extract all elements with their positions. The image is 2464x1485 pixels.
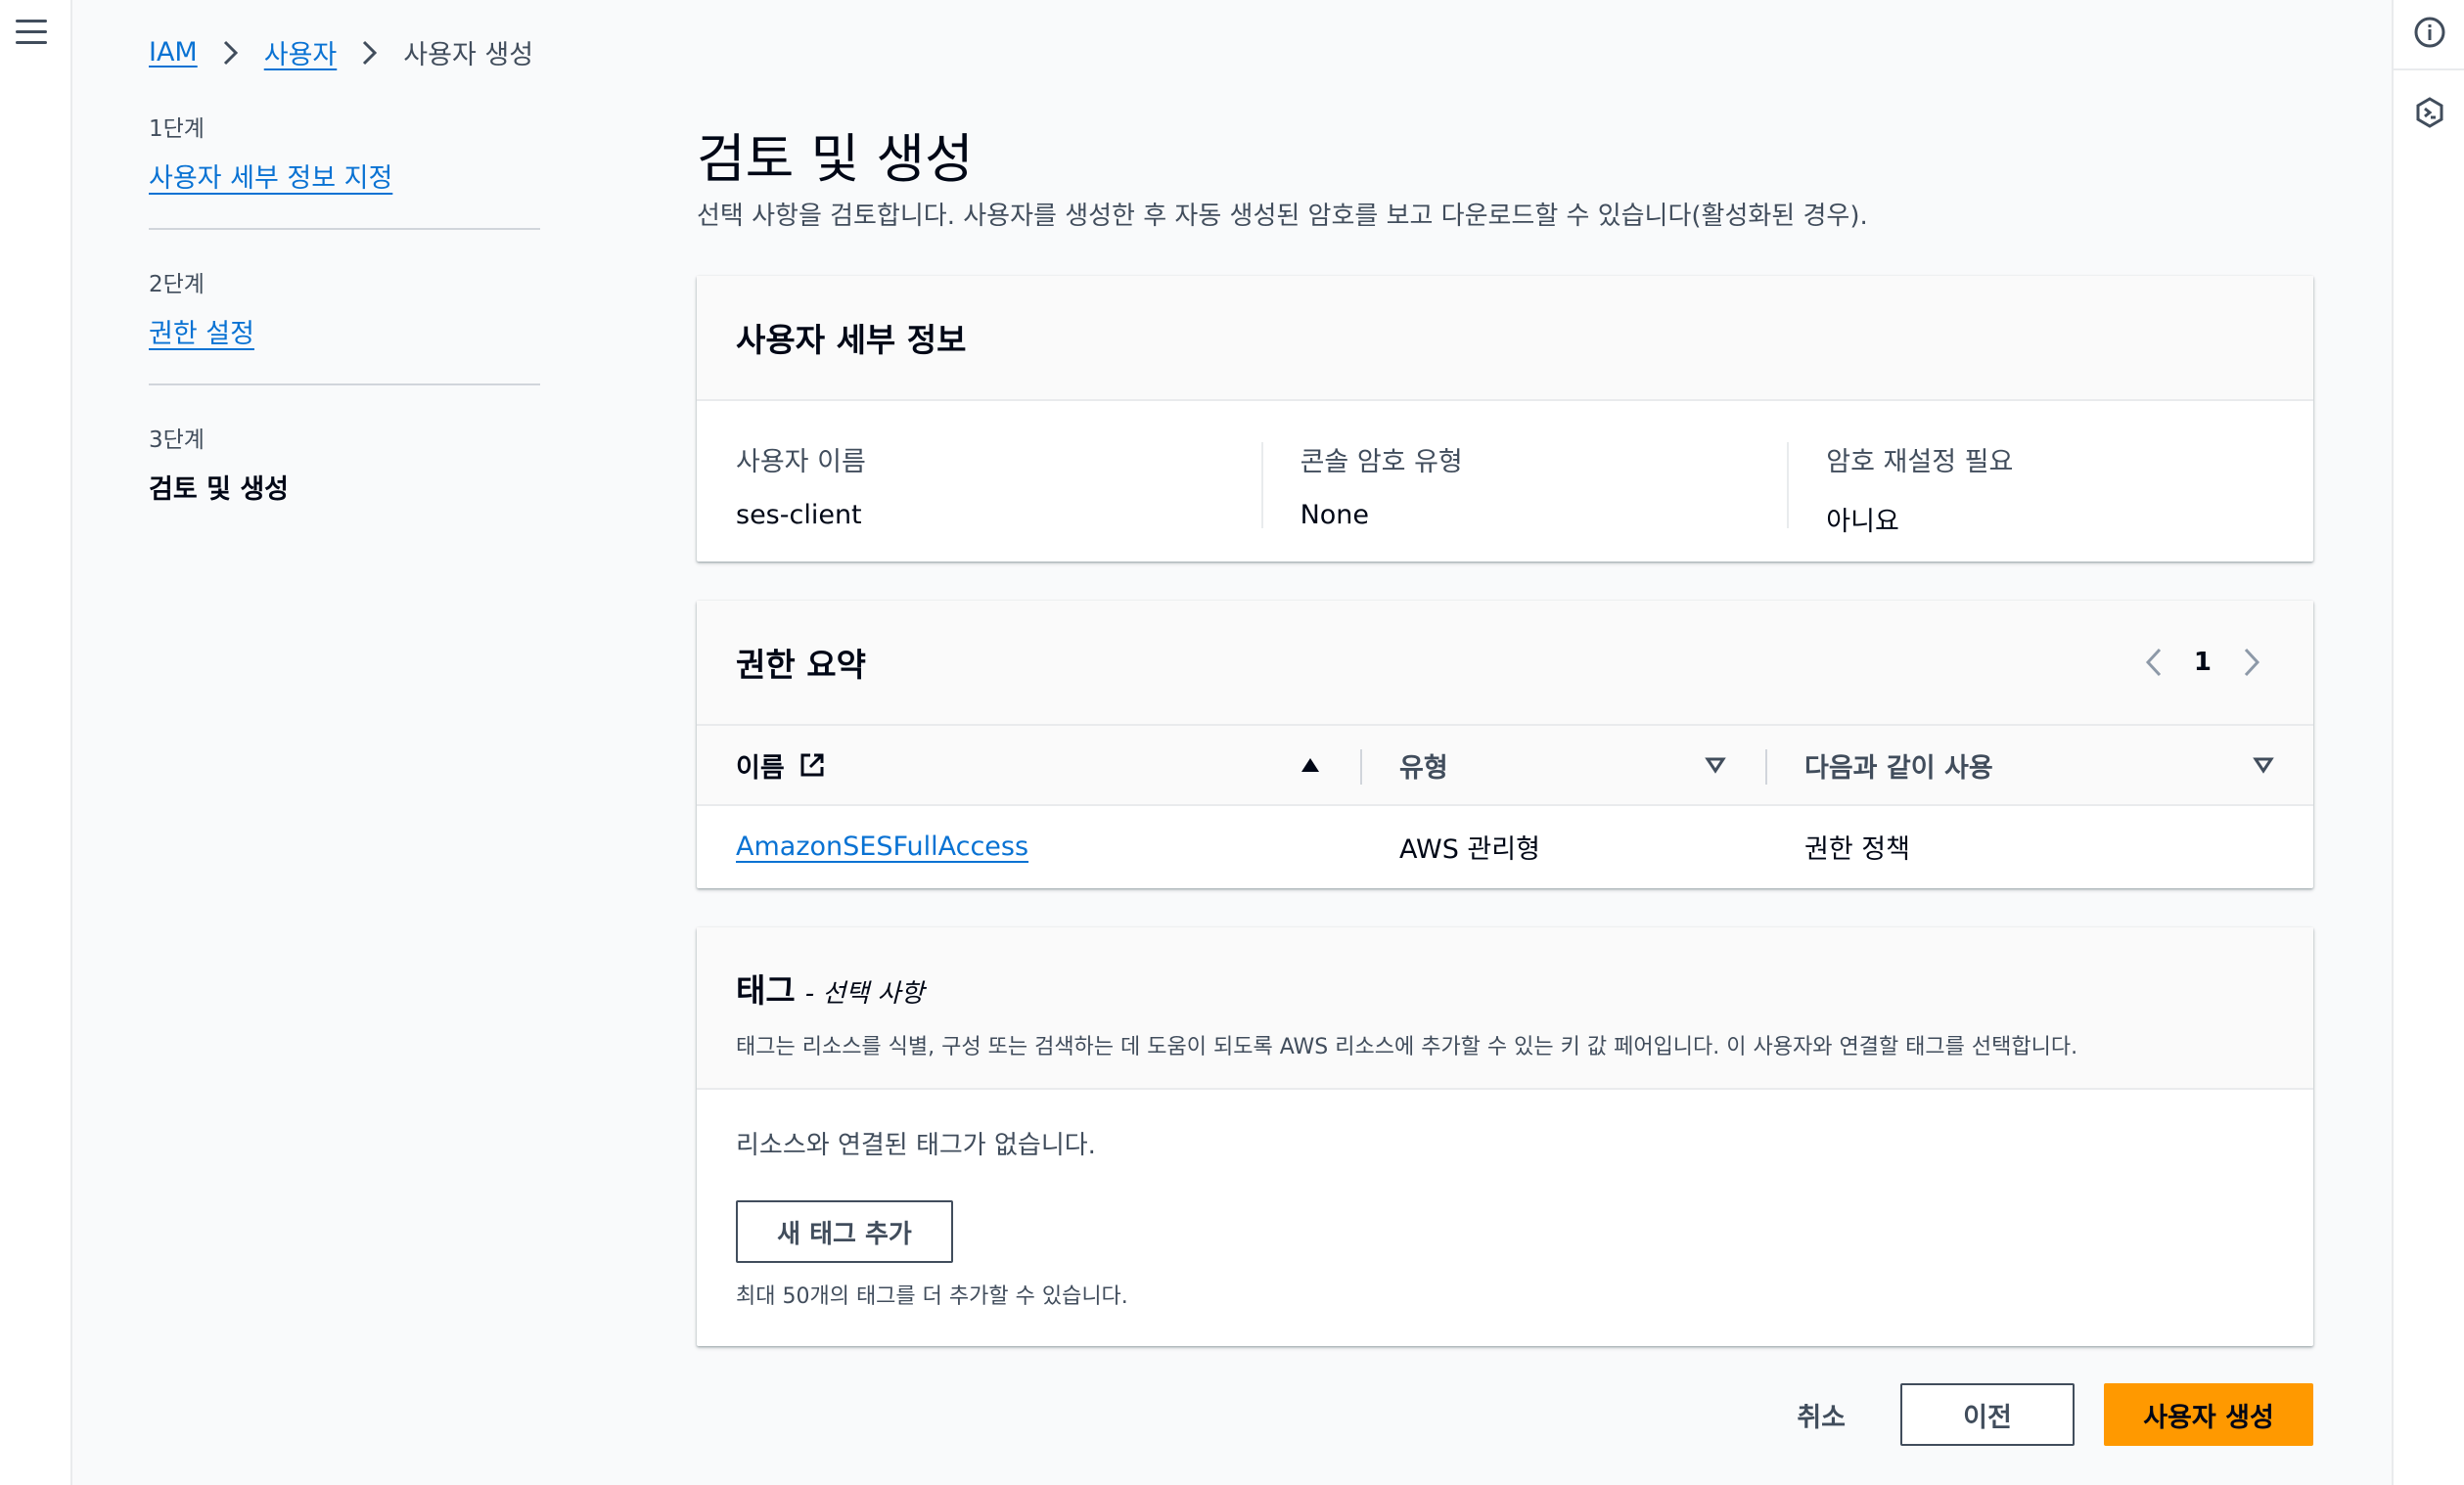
sort-ascending-icon	[1301, 758, 1319, 772]
field-value: ses-client	[736, 500, 862, 530]
hamburger-menu-icon[interactable]	[16, 20, 47, 45]
field-username: 사용자 이름 ses-client	[736, 440, 1261, 538]
left-navigation-rail	[0, 0, 72, 1485]
rail-divider	[2394, 68, 2464, 70]
field-label: 사용자 이름	[736, 447, 866, 477]
policy-link[interactable]: AmazonSESFullAccess	[736, 832, 1028, 862]
step-link-permissions[interactable]: 권한 설정	[149, 319, 254, 349]
table-header: 이름 유형 다음과 같이 사용	[697, 726, 2313, 806]
step-number: 3단계	[149, 428, 205, 453]
column-header-used-as[interactable]: 다음과 같이 사용	[1765, 726, 2313, 804]
pagination: 1	[2141, 645, 2274, 680]
chevron-right-icon	[219, 38, 243, 68]
info-icon[interactable]	[2413, 16, 2446, 49]
wizard-step-2: 2단계 권한 설정	[149, 265, 540, 385]
column-header-type[interactable]: 유형	[1360, 726, 1765, 804]
tags-card: 태그 - 선택 사항 태그는 리소스를 식별, 구성 또는 검색하는 데 도움이…	[697, 927, 2313, 1346]
key-value-row: 사용자 이름 ses-client 콘솔 암호 유형 None 암호 재설정 필…	[697, 401, 2313, 538]
step-link-user-details[interactable]: 사용자 세부 정보 지정	[149, 163, 392, 194]
right-tools-rail	[2392, 0, 2464, 1485]
cancel-button[interactable]: 취소	[1771, 1396, 1871, 1434]
breadcrumb-iam-link[interactable]: IAM	[149, 37, 198, 68]
chevron-left-icon[interactable]	[2141, 645, 2167, 680]
card-title: 사용자 세부 정보	[736, 321, 967, 359]
field-password-reset: 암호 재설정 필요 아니요	[1787, 440, 2313, 538]
field-label: 콘솔 암호 유형	[1300, 447, 1463, 477]
wizard-step-1: 1단계 사용자 세부 정보 지정	[149, 110, 540, 230]
sort-icon	[1705, 757, 1726, 774]
page-description: 선택 사항을 검토합니다. 사용자를 생성한 후 자동 생성된 암호를 보고 다…	[697, 202, 1868, 231]
tags-description: 태그는 리소스를 식별, 구성 또는 검색하는 데 도움이 되도록 AWS 리소…	[736, 1035, 2078, 1059]
field-value: 아니요	[1826, 507, 1899, 537]
column-header-name[interactable]: 이름	[697, 726, 1360, 804]
tags-limit-hint: 최대 50개의 태그를 더 추가할 수 있습니다.	[736, 1284, 1128, 1309]
step-number: 1단계	[149, 116, 205, 142]
breadcrumb: IAM 사용자 사용자 생성	[149, 33, 533, 71]
step-number: 2단계	[149, 272, 205, 297]
previous-button[interactable]: 이전	[1900, 1383, 2075, 1446]
page-number[interactable]: 1	[2194, 648, 2212, 677]
wizard-step-3: 3단계 검토 및 생성	[149, 421, 540, 539]
cell-used-as: 권한 정책	[1804, 833, 1910, 865]
user-details-card: 사용자 세부 정보 사용자 이름 ses-client 콘솔 암호 유형 Non…	[697, 276, 2313, 562]
card-header: 권한 요약 1	[697, 601, 2313, 726]
card-title: 권한 요약	[736, 646, 866, 684]
table-row: AmazonSESFullAccess AWS 관리형 권한 정책	[697, 806, 2313, 886]
wizard-steps: 1단계 사용자 세부 정보 지정 2단계 권한 설정 3단계 검토 및 생성	[149, 110, 540, 574]
add-tag-button[interactable]: 새 태그 추가	[736, 1200, 953, 1263]
card-title: 태그	[736, 971, 796, 1010]
column-label: 다음과 같이 사용	[1804, 752, 1993, 784]
wizard-actions: 취소 이전 사용자 생성	[1771, 1383, 2313, 1446]
card-header: 사용자 세부 정보	[697, 276, 2313, 401]
field-label: 암호 재설정 필요	[1826, 447, 2014, 477]
create-user-button[interactable]: 사용자 생성	[2104, 1383, 2313, 1446]
breadcrumb-users-link[interactable]: 사용자	[264, 33, 338, 71]
external-link-icon	[800, 753, 824, 777]
tags-body: 리소스와 연결된 태그가 없습니다. 새 태그 추가 최대 50개의 태그를 더…	[697, 1090, 2313, 1310]
cloudshell-hexagon-icon[interactable]	[2413, 96, 2446, 129]
step-current-review: 검토 및 생성	[149, 474, 289, 505]
cell-policy-name: AmazonSESFullAccess	[697, 832, 1360, 862]
field-value: None	[1300, 500, 1370, 530]
column-label: 유형	[1399, 752, 1448, 784]
chevron-right-icon[interactable]	[2239, 645, 2264, 680]
field-console-password-type: 콘솔 암호 유형 None	[1260, 440, 1788, 538]
tags-empty-message: 리소스와 연결된 태그가 없습니다.	[736, 1131, 1096, 1160]
page-title: 검토 및 생성	[697, 128, 974, 190]
card-header: 태그 - 선택 사항 태그는 리소스를 식별, 구성 또는 검색하는 데 도움이…	[697, 927, 2313, 1090]
cell-policy-type: AWS 관리형	[1399, 833, 1540, 865]
chevron-right-icon	[358, 38, 382, 68]
column-label: 이름	[736, 752, 785, 784]
permissions-summary-card: 권한 요약 1 이름 유형 다음과 같이 사용 AmazonSESFullAcc…	[697, 601, 2313, 888]
tags-title-row: 태그 - 선택 사항	[736, 965, 2274, 1012]
sort-icon	[2253, 757, 2274, 774]
breadcrumb-current: 사용자 생성	[403, 40, 534, 70]
optional-label: - 선택 사항	[804, 979, 925, 1009]
